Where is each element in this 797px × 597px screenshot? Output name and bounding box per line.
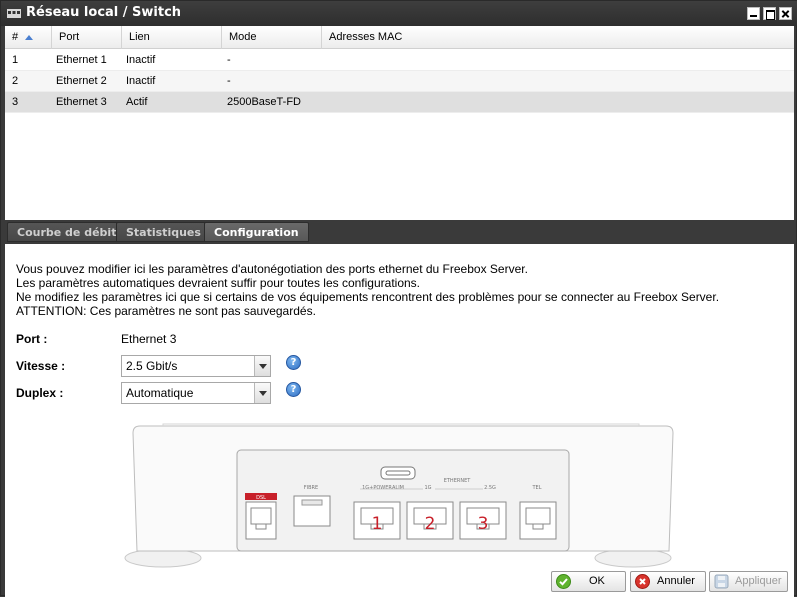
cancel-button[interactable]: Annuler	[630, 571, 706, 592]
cell-link: Inactif	[126, 75, 156, 87]
column-header-label: #	[12, 31, 19, 43]
cell-link: Inactif	[126, 54, 156, 66]
freebox-server-illustration: ALIM DSL FIBRE 1G+POWER 1G ETHERNET 2.5G	[124, 423, 674, 568]
switch-icon	[7, 9, 21, 18]
cell-port: Ethernet 2	[56, 75, 107, 87]
title-bar[interactable]: Réseau local / Switch	[1, 1, 797, 26]
port-label: Port :	[16, 332, 48, 346]
port-number-3: 3	[478, 514, 489, 534]
cell-number: 2	[12, 75, 19, 87]
duplex-select-value: Automatique	[126, 386, 194, 400]
window-title: Réseau local / Switch	[26, 5, 182, 20]
table-row[interactable]: 2 Ethernet 2 Inactif -	[5, 71, 794, 92]
column-header-lien[interactable]: Lien	[122, 26, 222, 49]
column-header-port[interactable]: Port	[52, 26, 122, 49]
column-header-mac[interactable]: Adresses MAC	[322, 26, 794, 49]
sort-ascending-icon	[25, 35, 33, 40]
ports-table: # Port Lien Mode Adresses MAC 1 Ethernet…	[5, 26, 794, 220]
duplex-label: Duplex :	[16, 386, 64, 400]
fibre-label: FIBRE	[304, 485, 318, 491]
configuration-panel: Vous pouvez modifier ici les paramètres …	[5, 244, 794, 569]
table-header: # Port Lien Mode Adresses MAC	[5, 26, 794, 49]
column-header-label: Mode	[229, 31, 257, 43]
tab-courbe-de-debit[interactable]: Courbe de débit	[7, 222, 127, 242]
apply-icon	[714, 574, 729, 589]
cell-number: 3	[12, 96, 19, 108]
cell-mode: 2500BaseT-FD	[227, 96, 301, 108]
intro-line: Ne modifiez les paramètres ici que si ce…	[16, 290, 720, 304]
column-header-label: Lien	[129, 31, 150, 43]
speed-select-value: 2.5 Gbit/s	[126, 359, 178, 373]
table-row-selected[interactable]: 3 Ethernet 3 Actif 2500BaseT-FD	[5, 92, 794, 113]
intro-line: Vous pouvez modifier ici les paramètres …	[16, 262, 528, 276]
column-header-label: Adresses MAC	[329, 31, 403, 43]
power-label: 1G+POWER	[362, 485, 392, 491]
column-header-number[interactable]: #	[5, 26, 52, 49]
apply-button[interactable]: Appliquer	[709, 571, 788, 592]
cancel-button-label: Annuler	[657, 575, 695, 587]
port-number-1: 1	[372, 514, 383, 534]
speed-select[interactable]: 2.5 Gbit/s	[121, 355, 271, 377]
table-row[interactable]: 1 Ethernet 1 Inactif -	[5, 50, 794, 71]
cell-mode: -	[227, 54, 231, 66]
tel-port-icon	[519, 501, 557, 540]
cell-port: Ethernet 3	[56, 96, 107, 108]
chevron-down-icon[interactable]	[254, 383, 270, 403]
chevron-down-icon[interactable]	[254, 356, 270, 376]
port-number-2: 2	[425, 514, 436, 534]
port-value: Ethernet 3	[121, 332, 177, 346]
maximize-button[interactable]	[763, 7, 776, 20]
cancel-icon	[635, 574, 650, 589]
help-icon[interactable]: ?	[286, 355, 301, 370]
dsl-port-icon	[245, 501, 277, 540]
dsl-label: DSL	[256, 495, 266, 501]
switch-window: Réseau local / Switch # Port Lien Mode A…	[0, 0, 797, 597]
alim-label: ALIM	[392, 485, 404, 491]
intro-line: Les paramètres automatiques devraient su…	[16, 276, 421, 290]
help-icon[interactable]: ?	[286, 382, 301, 397]
ethernet-g25-label: 2.5G	[484, 485, 496, 491]
ok-button[interactable]: OK	[551, 571, 626, 592]
column-header-mode[interactable]: Mode	[222, 26, 322, 49]
tab-bar: Courbe de débit Statistiques Configurati…	[5, 220, 794, 244]
speed-label: Vitesse :	[16, 359, 66, 373]
dialog-footer: OK Annuler Appliquer	[5, 569, 794, 597]
apply-button-label: Appliquer	[735, 575, 782, 587]
cell-link: Actif	[126, 96, 148, 108]
tel-label: TEL	[532, 485, 542, 491]
cell-mode: -	[227, 75, 231, 87]
duplex-select[interactable]: Automatique	[121, 382, 271, 404]
tab-configuration[interactable]: Configuration	[204, 222, 309, 242]
ok-button-label: OK	[589, 575, 605, 587]
intro-line: ATTENTION: Ces paramètres ne sont pas sa…	[16, 304, 316, 318]
column-header-label: Port	[59, 31, 80, 43]
cell-number: 1	[12, 54, 19, 66]
fibre-port-icon	[293, 495, 331, 527]
check-icon	[556, 574, 571, 589]
ethernet-g1-label: 1G	[424, 485, 431, 491]
close-button[interactable]	[779, 7, 792, 20]
ethernet-label: ETHERNET	[444, 478, 472, 484]
cell-port: Ethernet 1	[56, 54, 107, 66]
tab-statistiques[interactable]: Statistiques	[116, 222, 211, 242]
minimize-button[interactable]	[747, 7, 760, 20]
